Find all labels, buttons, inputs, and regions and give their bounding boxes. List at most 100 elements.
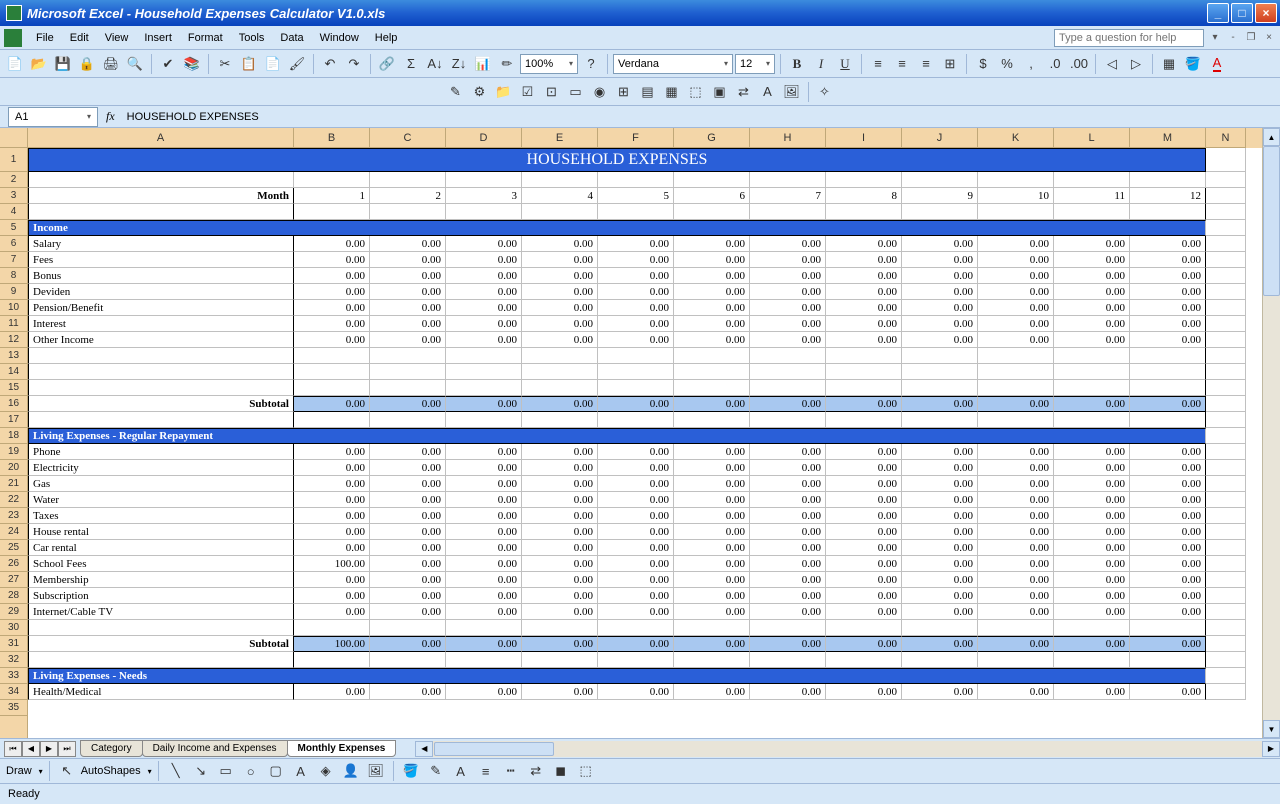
cell-value[interactable]: 0.00 [598,252,674,268]
cell-value[interactable]: 0.00 [446,268,522,284]
cell-value[interactable]: 0.00 [1054,332,1130,348]
cell[interactable] [978,380,1054,396]
row-header-17[interactable]: 17 [0,412,27,428]
cell-value[interactable]: 0.00 [674,476,750,492]
align-left-icon[interactable]: ≡ [867,53,889,75]
cell-value[interactable]: 0.00 [1130,236,1206,252]
cell[interactable] [1130,380,1206,396]
cell[interactable] [598,620,674,636]
cell-value[interactable]: 0.00 [902,508,978,524]
cell-value[interactable]: 0.00 [598,588,674,604]
cell-value[interactable]: 0.00 [674,540,750,556]
cell[interactable] [370,620,446,636]
cell[interactable] [1206,396,1246,412]
cell[interactable] [674,172,750,188]
cell[interactable] [28,348,294,364]
cell-value[interactable]: 0.00 [902,476,978,492]
cell[interactable] [1206,348,1246,364]
font-color-draw-icon[interactable]: A [450,760,472,782]
row-header-29[interactable]: 29 [0,604,27,620]
cell[interactable] [28,204,294,220]
subtotal-value[interactable]: 0.00 [370,636,446,652]
cell[interactable] [674,652,750,668]
cell[interactable] [1206,332,1246,348]
row-header-10[interactable]: 10 [0,300,27,316]
column-header-L[interactable]: L [1054,128,1130,148]
cell-value[interactable]: 0.00 [294,540,370,556]
cell-value[interactable]: 0.00 [750,492,826,508]
cell-value[interactable]: 0.00 [522,252,598,268]
row-label[interactable]: Phone [28,444,294,460]
cell[interactable] [1130,348,1206,364]
row-header-18[interactable]: 18 [0,428,27,444]
cell-value[interactable]: 0.00 [294,460,370,476]
tb2-icon-3[interactable]: 📁 [493,81,515,103]
tb2-icon-10[interactable]: ▦ [661,81,683,103]
tb2-icon-12[interactable]: ▣ [709,81,731,103]
row-label[interactable]: Taxes [28,508,294,524]
format-painter-icon[interactable]: 🖌 [286,53,308,75]
menu-tools[interactable]: Tools [231,30,273,46]
scroll-right-icon[interactable]: ▶ [1262,741,1280,757]
cell-value[interactable]: 0.00 [522,556,598,572]
horizontal-scrollbar[interactable]: ◀ ▶ [415,741,1280,757]
cell-value[interactable]: 100.00 [294,556,370,572]
subtotal-value[interactable]: 0.00 [978,396,1054,412]
cell[interactable] [294,412,370,428]
cell-value[interactable]: 0.00 [750,316,826,332]
cell-N1[interactable] [1206,148,1246,172]
cell-value[interactable]: 0.00 [522,540,598,556]
cell-value[interactable]: 0.00 [446,508,522,524]
comma-icon[interactable]: , [1020,53,1042,75]
redo-icon[interactable]: ↷ [343,53,365,75]
hyperlink-icon[interactable]: 🔗 [376,53,398,75]
subtotal-value[interactable]: 0.00 [750,636,826,652]
cell-value[interactable]: 0.00 [1054,444,1130,460]
tb2-icon-5[interactable]: ⊡ [541,81,563,103]
cell-value[interactable]: 0.00 [1054,604,1130,620]
cell-value[interactable]: 0.00 [1054,252,1130,268]
cell-value[interactable]: 0.00 [1054,492,1130,508]
cell[interactable] [1206,652,1246,668]
cell-value[interactable]: 0.00 [446,492,522,508]
row-header-33[interactable]: 33 [0,668,27,684]
cell-value[interactable]: 0.00 [978,556,1054,572]
cell-value[interactable]: 0.00 [370,300,446,316]
subtotal-value[interactable]: 0.00 [674,636,750,652]
formula-input[interactable]: HOUSEHOLD EXPENSES [123,111,1280,123]
column-header-J[interactable]: J [902,128,978,148]
row-header-3[interactable]: 3 [0,188,27,204]
cell-value[interactable]: 0.00 [1054,556,1130,572]
cell[interactable] [1206,668,1246,684]
row-header-1[interactable]: 1 [0,148,27,172]
cell[interactable] [522,172,598,188]
cell-value[interactable]: 0.00 [446,604,522,620]
cell-value[interactable]: 0.00 [902,604,978,620]
cell-value[interactable]: 0.00 [750,236,826,252]
cell-value[interactable]: 0.00 [902,284,978,300]
borders-icon[interactable]: ▦ [1158,53,1180,75]
cell-value[interactable]: 0.00 [1130,684,1206,700]
cell[interactable] [446,204,522,220]
title-cell[interactable]: HOUSEHOLD EXPENSES [28,148,1206,172]
section-header[interactable]: Income [28,220,1206,236]
cell-value[interactable]: 0.00 [826,316,902,332]
cell-value[interactable]: 0.00 [370,684,446,700]
cell-value[interactable]: 0.00 [750,524,826,540]
sort-asc-icon[interactable]: A↓ [424,53,446,75]
row-label[interactable]: Subscription [28,588,294,604]
subtotal-value[interactable]: 0.00 [446,396,522,412]
subtotal-value[interactable]: 0.00 [750,396,826,412]
cell-value[interactable]: 0.00 [750,268,826,284]
cell-value[interactable]: 0.00 [902,268,978,284]
cell-value[interactable]: 0.00 [370,460,446,476]
cell[interactable] [1206,172,1246,188]
cell[interactable] [902,412,978,428]
cell-value[interactable]: 0.00 [522,508,598,524]
cell[interactable] [1206,284,1246,300]
cell-value[interactable]: 0.00 [522,604,598,620]
subtotal-value[interactable]: 0.00 [294,396,370,412]
cell[interactable] [522,364,598,380]
cell-value[interactable]: 0.00 [826,684,902,700]
diagram-icon[interactable]: ◈ [315,760,337,782]
